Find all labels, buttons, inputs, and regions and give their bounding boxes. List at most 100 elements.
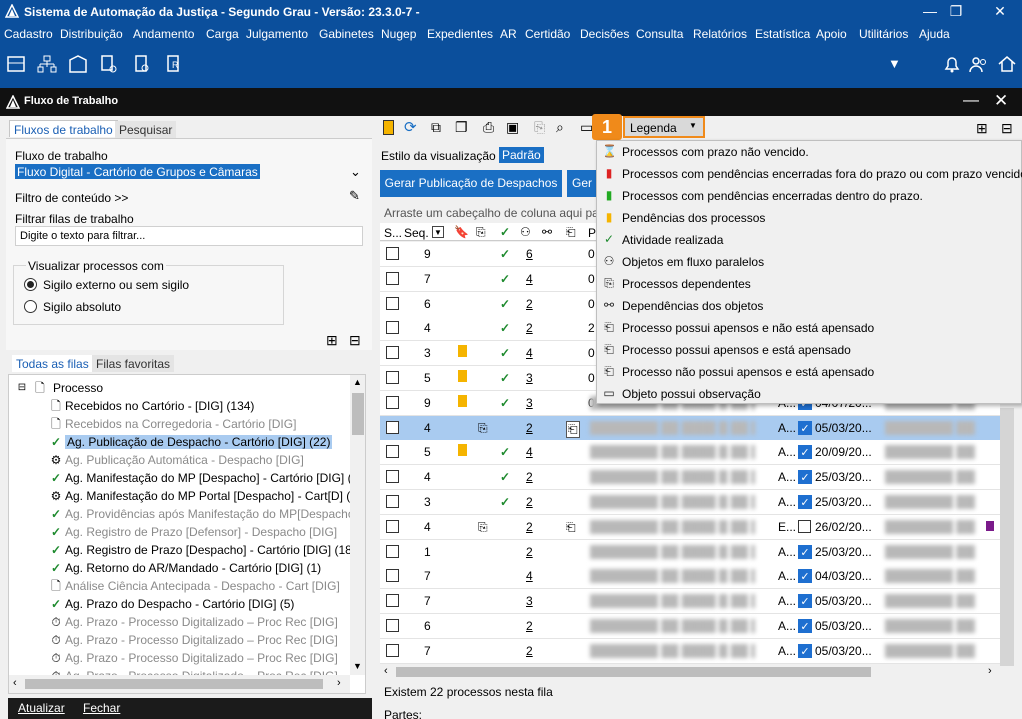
tree-item[interactable]: ⚙ Ag. Manifestação do MP Portal [Despacho… bbox=[9, 487, 361, 505]
tree-minus-icon[interactable]: ⊟ bbox=[15, 381, 29, 395]
tab-filas-favoritas[interactable]: Filas favoritas bbox=[92, 355, 175, 372]
refresh-icon[interactable]: ⟳ bbox=[404, 118, 417, 136]
row-check-blue[interactable]: ✓ bbox=[798, 420, 812, 435]
row-count-link[interactable]: 2 bbox=[526, 644, 533, 658]
doc-clock-icon[interactable] bbox=[131, 54, 153, 74]
attach-icon[interactable]: ⎘ bbox=[534, 119, 545, 136]
copy-icon[interactable]: ⧉ bbox=[431, 119, 441, 136]
tree-item[interactable]: 🗋 Recebidos na Corregedoria - Cartório [D… bbox=[9, 415, 349, 433]
table-row[interactable]: 7 2 ████████ ██ ████ █ ██ ████ A...✓05/03/2… bbox=[380, 638, 1000, 664]
tree-vscrollbar[interactable]: ▲ ▼ bbox=[350, 375, 365, 675]
row-count-link[interactable]: 2 bbox=[526, 520, 533, 534]
tree-hscrollbar[interactable]: ‹ › bbox=[9, 675, 350, 693]
menu-nugep[interactable]: Nugep bbox=[381, 27, 416, 41]
radio-sigilo-externo[interactable] bbox=[24, 278, 37, 291]
building-icon[interactable] bbox=[67, 54, 89, 74]
menu-gabinetes[interactable]: Gabinetes bbox=[319, 27, 374, 41]
tree-item[interactable]: ✓ Ag. Registro de Prazo [Despacho] - Cart… bbox=[9, 541, 356, 559]
users-icon[interactable] bbox=[968, 54, 990, 74]
table-row[interactable]: 7 4 ████████ ██ ████ █ ██ ████ A...✓04/03/2… bbox=[380, 564, 1000, 590]
menu-decisoes[interactable]: Decisões bbox=[580, 27, 629, 41]
bookmark-icon[interactable]: 🔖 bbox=[454, 225, 469, 239]
table-row[interactable]: 4✓2████████ ██ ████ █ ██ ████A...✓25/03/… bbox=[380, 465, 1000, 491]
menu-julgamento[interactable]: Julgamento bbox=[246, 27, 308, 41]
parallel-icon[interactable]: ⚇ bbox=[520, 225, 531, 239]
row-checkbox[interactable] bbox=[386, 569, 399, 583]
menu-andamento[interactable]: Andamento bbox=[133, 27, 194, 41]
row-check-blue[interactable]: ✓ bbox=[798, 643, 812, 658]
tree-item[interactable]: ✓ Ag. Providências após Manifestação do M… bbox=[9, 505, 358, 523]
window-minimize-icon[interactable]: — bbox=[963, 92, 979, 110]
gerar-button-2[interactable]: Ger bbox=[567, 170, 597, 197]
estilo-select[interactable]: Padrão bbox=[499, 147, 544, 163]
row-checkbox[interactable] bbox=[386, 346, 399, 360]
col-header-p[interactable]: P bbox=[588, 226, 596, 240]
printer-icon[interactable]: ⎙ bbox=[483, 119, 494, 136]
menu-estatistica[interactable]: Estatística bbox=[755, 27, 810, 41]
maximize-icon[interactable]: ❐ bbox=[936, 0, 976, 24]
tree-expand-icon[interactable]: ⊞ bbox=[976, 120, 988, 137]
menu-carga[interactable]: Carga bbox=[206, 27, 239, 41]
menu-relatorios[interactable]: Relatórios bbox=[693, 27, 747, 41]
row-checkbox[interactable] bbox=[386, 271, 399, 285]
row-checkbox[interactable] bbox=[386, 420, 399, 434]
menu-expedientes[interactable]: Expedientes bbox=[427, 27, 493, 41]
menu-consulta[interactable]: Consulta bbox=[636, 27, 683, 41]
doc-gear-icon[interactable] bbox=[98, 54, 120, 74]
menu-distribuicao[interactable]: Distribuição bbox=[60, 27, 123, 41]
row-check-blue[interactable]: ✓ bbox=[798, 619, 812, 633]
row-checkbox[interactable] bbox=[386, 495, 399, 508]
row-count-link[interactable]: 2 bbox=[526, 470, 533, 484]
apenso-icon[interactable]: ⎗ bbox=[566, 225, 576, 240]
row-checkbox[interactable] bbox=[386, 321, 399, 335]
col-sort-icon[interactable]: ▼ bbox=[432, 226, 444, 238]
table-row[interactable]: 1 2 ████████ ██ ████ █ ██ ████ A...✓25/03/2… bbox=[380, 539, 1000, 565]
tree-item[interactable]: ✓ Ag. Prazo do Despacho - Cartório [DIG] … bbox=[9, 595, 349, 613]
tree-item[interactable]: ⚙ Ag. Publicação Automática - Despacho [D… bbox=[9, 451, 349, 469]
dependent-icon[interactable]: ⎘ bbox=[476, 225, 486, 240]
col-header-seq[interactable]: Seq. bbox=[404, 226, 429, 240]
row-count-link[interactable]: 2 bbox=[526, 495, 533, 509]
menu-certidao[interactable]: Certidão bbox=[525, 27, 570, 41]
row-checkbox[interactable] bbox=[386, 619, 399, 632]
row-count-link[interactable]: 6 bbox=[526, 247, 533, 261]
table-row[interactable]: 6 2 ████████ ██ ████ █ ██ ████ A...✓05/03/2… bbox=[380, 614, 1000, 639]
menu-cadastro[interactable]: Cadastro bbox=[4, 27, 53, 41]
windows-icon[interactable]: ❐ bbox=[455, 119, 468, 136]
org-chart-icon[interactable] bbox=[36, 54, 58, 74]
fluxo-select[interactable]: Fluxo Digital - Cartório de Grupos e Câm… bbox=[15, 164, 366, 181]
row-check-blue[interactable]: ✓ bbox=[798, 594, 812, 609]
row-count-link[interactable]: 4 bbox=[526, 569, 533, 583]
row-check-blue[interactable]: ✓ bbox=[798, 569, 812, 584]
row-count-link[interactable]: 3 bbox=[526, 594, 533, 608]
tree-item[interactable]: ⏱ Ag. Prazo - Processo Digitalizado – Pro… bbox=[9, 631, 349, 649]
table-row[interactable]: 4 ⎘ 2 ⎗ ████████ ██ ████ █ ██ ████ A...✓05/03… bbox=[380, 415, 1000, 441]
tree-item[interactable]: ✓ Ag. Retorno do AR/Mandado - Cartório [D… bbox=[9, 559, 349, 577]
link-icon[interactable]: ⚯ bbox=[542, 225, 552, 239]
legenda-button[interactable]: Legenda ▼ bbox=[623, 116, 705, 138]
close-icon[interactable]: ✕ bbox=[980, 0, 1020, 24]
pendencia-icon[interactable] bbox=[383, 120, 394, 135]
scroll-up-icon[interactable]: ▲ bbox=[353, 377, 362, 387]
tree-item[interactable]: ⏱ Ag. Prazo - Processo Digitalizado – Pro… bbox=[9, 613, 349, 631]
filtro-conteudo-link[interactable]: Filtro de conteúdo >> bbox=[15, 191, 128, 205]
table-row[interactable]: 4 ⎘ 2 ⎗ ████████ ██ ████ █ ██ ████ E... 26/02/… bbox=[380, 514, 1000, 540]
search-doc-icon[interactable]: ⌕ bbox=[556, 119, 564, 136]
row-check-blue[interactable]: ✓ bbox=[798, 495, 812, 509]
bell-icon[interactable] bbox=[941, 54, 963, 74]
grid-hscrollbar[interactable]: ‹ › bbox=[380, 664, 1000, 680]
table-row[interactable]: 3✓2████████ ██ ████ █ ██ ████A...✓25/03/… bbox=[380, 490, 1000, 515]
tree-expand-icon[interactable]: ⊞ bbox=[326, 332, 338, 349]
radio-sigilo-absoluto[interactable] bbox=[24, 300, 37, 313]
filter-input[interactable]: Digite o texto para filtrar... bbox=[15, 226, 363, 246]
row-checkbox[interactable] bbox=[386, 544, 399, 558]
menu-ar[interactable]: AR bbox=[500, 27, 517, 41]
broom-icon[interactable]: ✎ bbox=[349, 188, 360, 204]
grid-hscroll-thumb[interactable] bbox=[396, 667, 871, 677]
tab-todas-filas[interactable]: Todas as filas bbox=[12, 355, 93, 372]
row-count-link[interactable]: 2 bbox=[526, 545, 533, 559]
scroll-left-icon[interactable]: ‹ bbox=[13, 677, 17, 689]
window-close-icon[interactable]: ✕ bbox=[994, 91, 1008, 111]
row-checkbox[interactable] bbox=[386, 470, 399, 484]
scroll-down-icon[interactable]: ▼ bbox=[353, 661, 362, 671]
